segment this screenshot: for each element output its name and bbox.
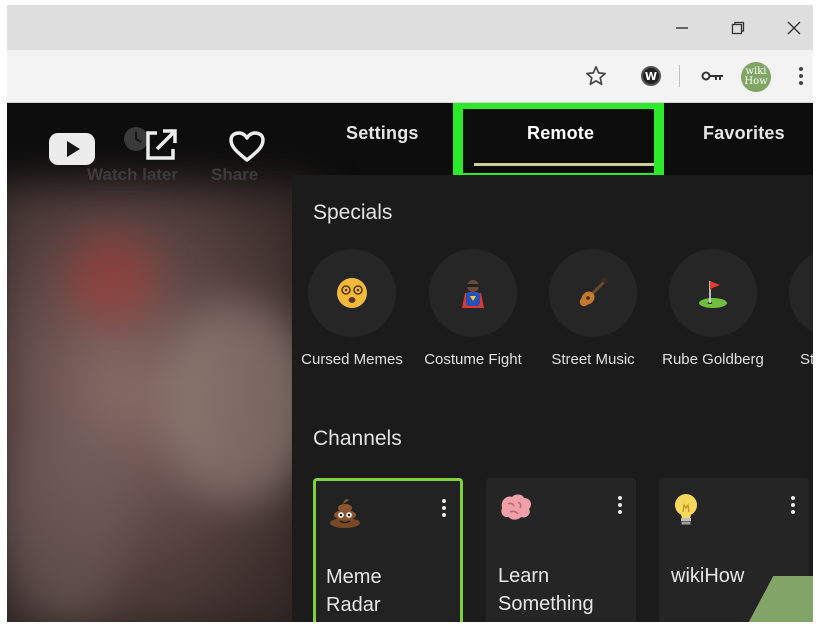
share-label[interactable]: Share (211, 165, 258, 185)
tab-settings[interactable]: Settings (346, 123, 419, 144)
special-icon-circle (669, 249, 757, 337)
remote-panel: Specials Cursed Memes Costume Fight Stre… (292, 175, 813, 622)
dizzy-face-icon (337, 278, 367, 308)
avatar-text-line2: How (744, 76, 768, 87)
youtube-icon[interactable] (49, 133, 95, 165)
minimize-icon (676, 26, 688, 29)
channel-options-icon[interactable] (442, 499, 446, 517)
heart-icon[interactable] (229, 131, 265, 163)
special-street-music[interactable]: Street Music (533, 249, 653, 384)
special-label: Ste (800, 351, 813, 368)
special-label: Costume Fight (424, 351, 522, 368)
special-partial[interactable]: Ste (773, 249, 813, 384)
extension-w-icon[interactable]: W (638, 50, 664, 102)
restore-icon (731, 21, 745, 34)
profile-avatar[interactable]: wiki How (741, 62, 771, 92)
key-icon[interactable] (698, 50, 728, 102)
browser-toolbar: W wiki How (7, 50, 813, 103)
superhero-icon (462, 280, 484, 308)
blurred-video-frame-red (67, 233, 157, 323)
watch-later-label[interactable]: Watch later (87, 165, 178, 185)
poop-icon (330, 499, 360, 528)
title-bar (7, 5, 813, 50)
extension-w-badge: W (641, 66, 661, 86)
blurred-video-frame-low (7, 423, 127, 622)
browser-window: W wiki How Watch later Share Settings Re… (7, 5, 813, 622)
golf-flag-icon (699, 281, 727, 308)
tab-favorites[interactable]: Favorites (703, 123, 785, 144)
bookmark-star-icon[interactable] (583, 50, 609, 102)
external-share-icon[interactable] (143, 127, 179, 163)
special-icon-circle (549, 249, 637, 337)
video-area[interactable]: Watch later Share Settings Remote Favori… (7, 103, 813, 622)
special-cursed-memes[interactable]: Cursed Memes (292, 249, 412, 384)
chrome-menu-icon[interactable] (793, 50, 809, 102)
channel-options-icon[interactable] (791, 496, 795, 514)
channel-card-learn-something[interactable]: Learn Something (486, 478, 636, 622)
remote-tab-highlight-box (453, 103, 664, 183)
special-icon-circle (789, 249, 813, 337)
close-button[interactable] (771, 5, 813, 50)
channel-name: Meme Radar (326, 566, 382, 616)
special-label: Rube Goldberg (662, 351, 764, 368)
specials-heading: Specials (313, 201, 393, 224)
channels-heading: Channels (313, 427, 402, 450)
channel-card-meme-radar[interactable]: Meme Radar (313, 478, 463, 622)
close-icon (787, 21, 801, 34)
channel-options-icon[interactable] (618, 496, 622, 514)
minimize-button[interactable] (659, 5, 705, 50)
brain-icon (501, 494, 532, 520)
lightbulb-icon (675, 494, 697, 525)
special-icon-circle (429, 249, 517, 337)
special-label: Street Music (551, 351, 635, 368)
special-rube-goldberg[interactable]: Rube Goldberg (653, 249, 773, 384)
toolbar-divider (679, 65, 680, 87)
guitar-icon (579, 276, 609, 307)
special-label: Cursed Memes (301, 351, 403, 368)
special-icon-circle (308, 249, 396, 337)
video-overlay-controls: Watch later Share (7, 103, 297, 193)
special-costume-fight[interactable]: Costume Fight (413, 249, 533, 384)
restore-button[interactable] (715, 5, 761, 50)
channel-name: Learn Something (498, 565, 594, 615)
